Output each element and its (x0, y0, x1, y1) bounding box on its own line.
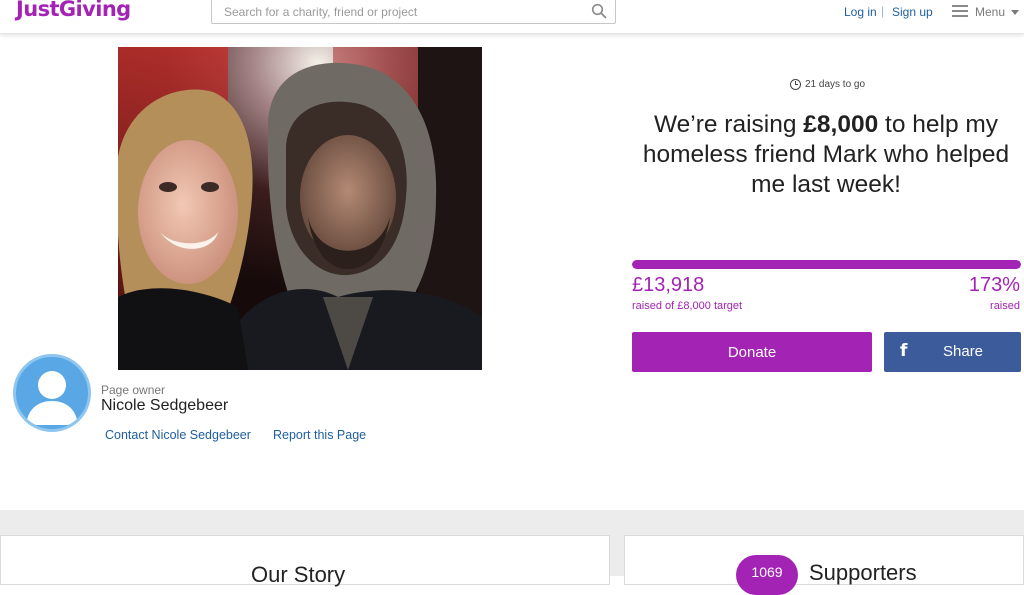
page-owner-name: Nicole Sedgebeer (101, 397, 229, 414)
headline-pre: We’re raising (653, 111, 804, 138)
raised-amount: £13,918 (632, 274, 705, 296)
progress-fill (632, 260, 1021, 269)
raised-target: raised of £8,000 target (632, 300, 743, 312)
search-icon[interactable] (591, 3, 607, 19)
signup-link[interactable]: Sign up (892, 5, 933, 19)
campaign-headline: We’re raising £8,000 to help my homeless… (632, 110, 1020, 200)
logo-text: JustGiving (16, 0, 131, 21)
search-box (211, 0, 616, 24)
menu-button[interactable]: Menu (952, 4, 1020, 20)
contact-owner-link[interactable]: Contact Nicole Sedgebeer (105, 428, 251, 442)
facebook-icon: f (900, 341, 908, 361)
owner-avatar[interactable] (13, 354, 91, 432)
days-remaining-text: 21 days to go (805, 79, 866, 90)
percent-raised-label: raised (990, 300, 1020, 312)
campaign-photo (118, 47, 482, 370)
clock-icon (790, 79, 801, 90)
logo-trademark: ™ (131, 0, 139, 5)
login-link[interactable]: Log in (844, 5, 877, 19)
site-header: JustGiving™ Log in | Sign up Menu (0, 0, 1024, 34)
progress-bar (632, 260, 1021, 269)
campaign-photo-image (118, 47, 482, 370)
percent-raised: 173% (968, 274, 1020, 296)
report-page-link[interactable]: Report this Page (273, 428, 366, 442)
share-label: Share (943, 343, 984, 360)
story-card: Our Story (0, 535, 610, 587)
page-owner-caption: Page owner (101, 383, 166, 397)
justgiving-logo[interactable]: JustGiving™ (16, 0, 139, 21)
supporters-title: Supporters (809, 560, 917, 585)
search-input[interactable] (212, 0, 582, 23)
donate-button[interactable]: Donate (632, 332, 872, 372)
share-button[interactable]: f Share (884, 332, 1021, 372)
hamburger-icon (952, 5, 968, 17)
story-title: Our Story (251, 562, 346, 587)
days-remaining: 21 days to go (790, 79, 865, 90)
menu-label: Menu (975, 5, 1006, 19)
supporters-count-badge: 1069 (736, 555, 798, 595)
supporters-card: 1069 Supporters (624, 535, 1024, 595)
headline-amount: £8,000 (803, 111, 879, 138)
chevron-down-icon (1011, 10, 1019, 15)
avatar-placeholder-icon (26, 371, 78, 425)
nav-separator: | (881, 4, 885, 18)
